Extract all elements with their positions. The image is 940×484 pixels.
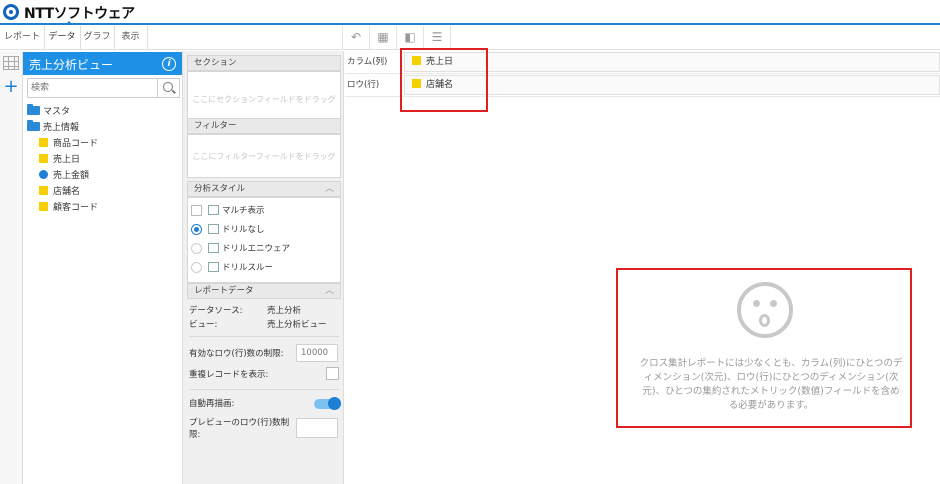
multi-view-option[interactable]: マルチ表示 bbox=[191, 204, 265, 218]
active-menu-caret bbox=[65, 21, 73, 25]
tree-folder-sales[interactable]: 売上情報 bbox=[27, 120, 80, 135]
grid-icon[interactable] bbox=[3, 56, 19, 70]
option-no-drill[interactable]: ドリルなし bbox=[191, 223, 265, 237]
search-input[interactable] bbox=[31, 81, 156, 95]
view-title: 売上分析ビュー bbox=[29, 58, 114, 72]
menu-data[interactable]: データ bbox=[44, 26, 81, 49]
config-panel: セクション ここにセクションフィールドをドラッグ フィルター ここにフィルターフ… bbox=[182, 51, 344, 484]
multi-view-icon bbox=[208, 204, 219, 215]
tree-field-sales-amount[interactable]: 売上金額 bbox=[39, 169, 89, 183]
divider bbox=[189, 389, 339, 390]
option-drill-anywhere[interactable]: ドリルエニウェア bbox=[191, 242, 290, 256]
option-label: ドリルなし bbox=[222, 225, 265, 235]
tree-field-label: 売上日 bbox=[53, 155, 81, 165]
info-icon[interactable]: i bbox=[162, 57, 176, 71]
app-header: NTTソフトウェア bbox=[0, 0, 940, 25]
datasource-value: 売上分析 bbox=[267, 306, 302, 316]
layout-icon[interactable]: ◧ bbox=[396, 26, 423, 49]
metric-icon bbox=[39, 170, 48, 179]
multi-view-label: マルチ表示 bbox=[222, 206, 265, 216]
view-label: ビュー: bbox=[189, 320, 218, 330]
option-label: ドリルスルー bbox=[222, 263, 274, 273]
radio-drill-anywhere[interactable] bbox=[191, 243, 202, 254]
option-drill-through[interactable]: ドリルスルー bbox=[191, 261, 273, 275]
show-duplicates-label: 重複レコードを表示: bbox=[189, 370, 269, 380]
option-label: ドリルエニウェア bbox=[222, 244, 291, 254]
drill-through-icon bbox=[208, 261, 219, 272]
menu-report[interactable]: レポート bbox=[0, 26, 45, 49]
dimension-icon bbox=[39, 186, 48, 195]
view-row: ビュー: 売上分析ビュー bbox=[189, 319, 339, 331]
tree-field-store-name[interactable]: 店舗名 bbox=[39, 185, 80, 199]
tree-field-customer-code[interactable]: 顧客コード bbox=[39, 201, 98, 215]
folder-open-icon bbox=[27, 120, 40, 131]
show-duplicates-checkbox[interactable] bbox=[326, 367, 339, 380]
datasource-label: データソース: bbox=[189, 306, 243, 316]
filter-drop-zone[interactable]: ここにフィルターフィールドをドラッグ bbox=[187, 134, 341, 178]
tree-field-label: 商品コード bbox=[53, 139, 99, 149]
tree-field-label: 店舗名 bbox=[53, 187, 81, 197]
logo-icon bbox=[3, 4, 19, 20]
search-icon[interactable] bbox=[157, 79, 179, 97]
tree-folder-label: マスタ bbox=[43, 107, 71, 117]
tree-field-sales-date[interactable]: 売上日 bbox=[39, 153, 80, 167]
collapse-icon[interactable]: ︿ bbox=[325, 182, 334, 197]
tree-field-product-code[interactable]: 商品コード bbox=[39, 137, 98, 151]
tree-folder-label: 売上情報 bbox=[43, 123, 80, 133]
folder-icon bbox=[27, 104, 40, 115]
tree-field-label: 売上金額 bbox=[53, 171, 90, 181]
dimension-icon bbox=[39, 138, 48, 147]
divider bbox=[189, 336, 339, 337]
dimension-icon bbox=[39, 154, 48, 163]
no-drill-icon bbox=[208, 223, 219, 234]
report-data-title: レポートデータ bbox=[194, 286, 254, 296]
undo-icon[interactable]: ↶ bbox=[342, 26, 369, 49]
preview-limit-input[interactable] bbox=[296, 418, 338, 438]
logo-text: NTTソフトウェア bbox=[24, 6, 135, 22]
highlight-box-shelves bbox=[400, 48, 488, 112]
row-limit-input[interactable]: 10000 bbox=[296, 344, 338, 362]
add-icon[interactable]: + bbox=[3, 78, 19, 96]
dimension-icon bbox=[39, 202, 48, 211]
tree-folder-master[interactable]: マスタ bbox=[27, 104, 71, 119]
collapse-icon[interactable]: ︿ bbox=[325, 284, 334, 299]
filter-header: フィルター bbox=[187, 118, 341, 134]
radio-no-drill[interactable] bbox=[191, 224, 202, 235]
auto-redraw-toggle[interactable] bbox=[314, 397, 341, 410]
tree-field-label: 顧客コード bbox=[53, 203, 99, 213]
highlight-box-message bbox=[616, 268, 912, 428]
table-icon[interactable]: ▦ bbox=[369, 26, 396, 49]
menu-view[interactable]: 表示 bbox=[114, 26, 148, 49]
row-shelf-label: ロウ(行) bbox=[347, 80, 380, 90]
field-search bbox=[27, 78, 180, 98]
list-icon[interactable]: ☰ bbox=[423, 26, 451, 49]
radio-drill-through[interactable] bbox=[191, 262, 202, 273]
view-panel-header: 売上分析ビュー i bbox=[23, 52, 182, 75]
left-rail: + bbox=[0, 51, 23, 484]
section-header: セクション bbox=[187, 55, 341, 71]
analysis-style-title: 分析スタイル bbox=[194, 184, 246, 194]
drill-anywhere-icon bbox=[208, 242, 219, 253]
column-shelf-label: カラム(列) bbox=[347, 57, 388, 67]
report-data-header[interactable]: レポートデータ ︿ bbox=[187, 283, 341, 299]
analysis-style-header[interactable]: 分析スタイル ︿ bbox=[187, 181, 341, 197]
multi-view-checkbox[interactable] bbox=[191, 205, 202, 216]
view-value: 売上分析ビュー bbox=[267, 320, 327, 330]
menu-bar: レポート データ グラフ 表示 ↶ ▦ ◧ ☰ bbox=[0, 26, 940, 50]
menu-chart[interactable]: グラフ bbox=[80, 26, 115, 49]
datasource-row: データソース: 売上分析 bbox=[189, 305, 339, 317]
